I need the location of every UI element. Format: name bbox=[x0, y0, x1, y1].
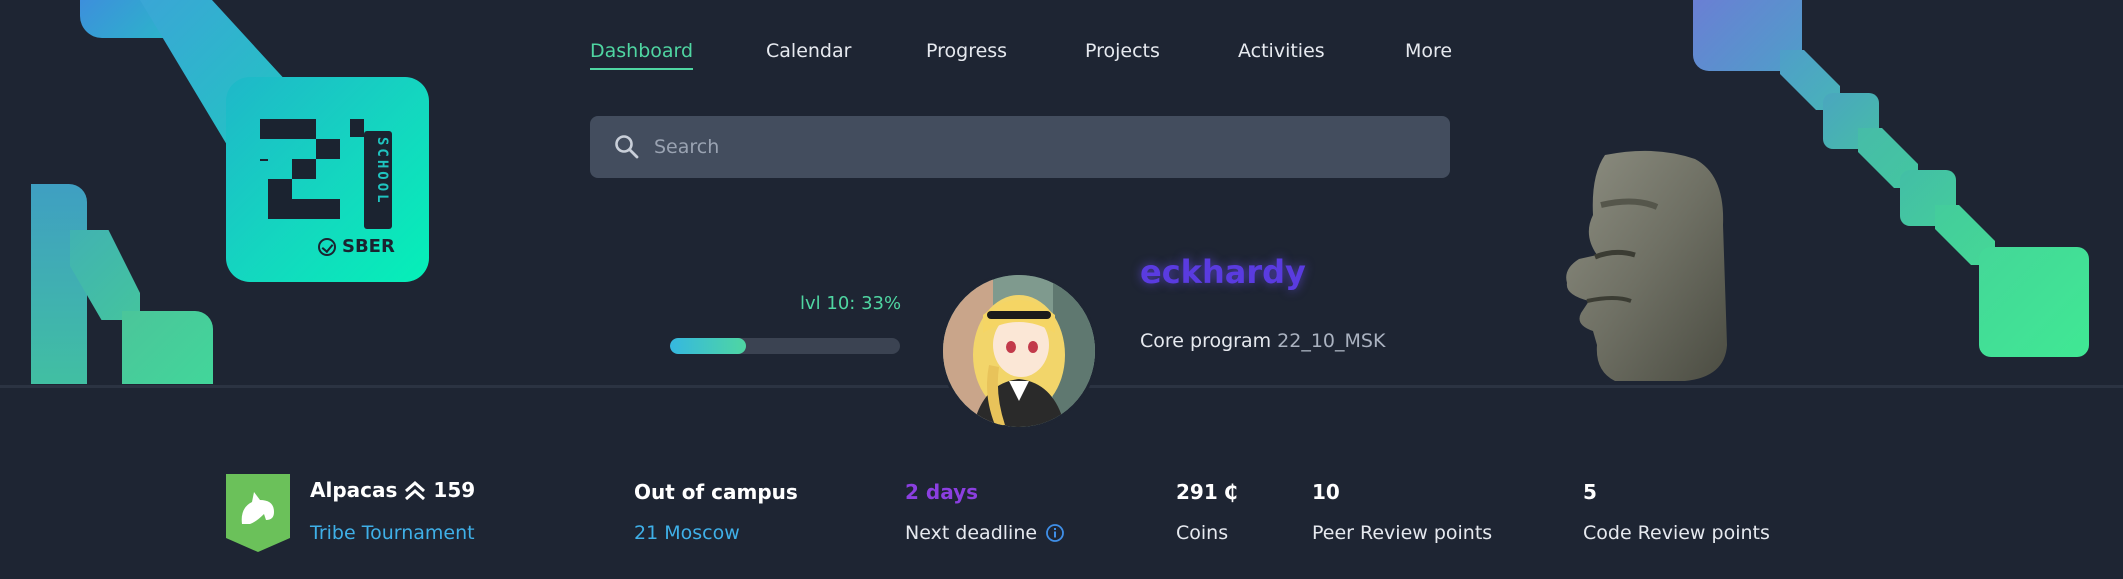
coins-icon: ₵ bbox=[1223, 480, 1238, 504]
sber-brand: SBER bbox=[318, 236, 395, 257]
deadline-label: Next deadline bbox=[905, 522, 1038, 544]
tribe-rank: Alpacas 159 bbox=[310, 478, 475, 502]
sber-label: SBER bbox=[342, 236, 395, 257]
nav-more[interactable]: More bbox=[1405, 40, 1452, 62]
info-icon[interactable] bbox=[1045, 523, 1065, 543]
search-input[interactable] bbox=[654, 136, 1450, 158]
program-code: 22_10_MSK bbox=[1277, 330, 1386, 352]
decor-shape bbox=[31, 184, 87, 384]
tribe-badge-icon bbox=[226, 474, 290, 552]
campus-status: Out of campus bbox=[634, 480, 798, 504]
coins-value-row: 291 ₵ bbox=[1176, 480, 1238, 504]
level-label: lvl 10: 33% bbox=[800, 293, 902, 314]
username: eckhardy bbox=[1140, 253, 1306, 291]
top-nav: Dashboard Calendar Progress Projects Act… bbox=[0, 0, 2123, 70]
deadline-row: Next deadline bbox=[905, 522, 1065, 544]
code-review-value: 5 bbox=[1583, 480, 1597, 504]
tribe-tournament-link[interactable]: Tribe Tournament bbox=[310, 522, 475, 544]
avatar[interactable] bbox=[940, 272, 1098, 430]
coins-value: 291 bbox=[1176, 480, 1218, 504]
avatar-image bbox=[943, 275, 1095, 427]
decor-shape bbox=[122, 311, 213, 384]
nav-calendar[interactable]: Calendar bbox=[766, 40, 851, 62]
peer-review-label: Peer Review points bbox=[1312, 522, 1493, 544]
logo-school-text: SCHOOL bbox=[374, 137, 390, 206]
nav-dashboard[interactable]: Dashboard bbox=[590, 40, 694, 70]
search-icon bbox=[615, 135, 639, 159]
nav-progress[interactable]: Progress bbox=[926, 40, 1007, 62]
tribe-name: Alpacas bbox=[310, 478, 398, 502]
rank-chevrons-icon bbox=[405, 480, 426, 501]
level-progress-bar bbox=[670, 338, 900, 354]
logo-21-icon: SCHOOL bbox=[260, 119, 392, 229]
code-review-label: Code Review points bbox=[1583, 522, 1770, 544]
sber-check-icon bbox=[318, 237, 336, 256]
coins-label: Coins bbox=[1176, 522, 1229, 544]
peer-review-value: 10 bbox=[1312, 480, 1340, 504]
decor-shape bbox=[1979, 247, 2089, 357]
program-info: Core program 22_10_MSK bbox=[1140, 330, 1385, 352]
campus-link[interactable]: 21 Moscow bbox=[634, 522, 740, 544]
nav-projects[interactable]: Projects bbox=[1085, 40, 1160, 62]
level-progress-fill bbox=[670, 338, 746, 354]
program-label: Core program bbox=[1140, 330, 1272, 352]
tribe-points: 159 bbox=[433, 478, 476, 502]
nav-activities[interactable]: Activities bbox=[1238, 40, 1325, 62]
deadline-value: 2 days bbox=[905, 480, 979, 504]
moai-image bbox=[1566, 150, 1727, 381]
search-bar[interactable] bbox=[590, 116, 1450, 178]
